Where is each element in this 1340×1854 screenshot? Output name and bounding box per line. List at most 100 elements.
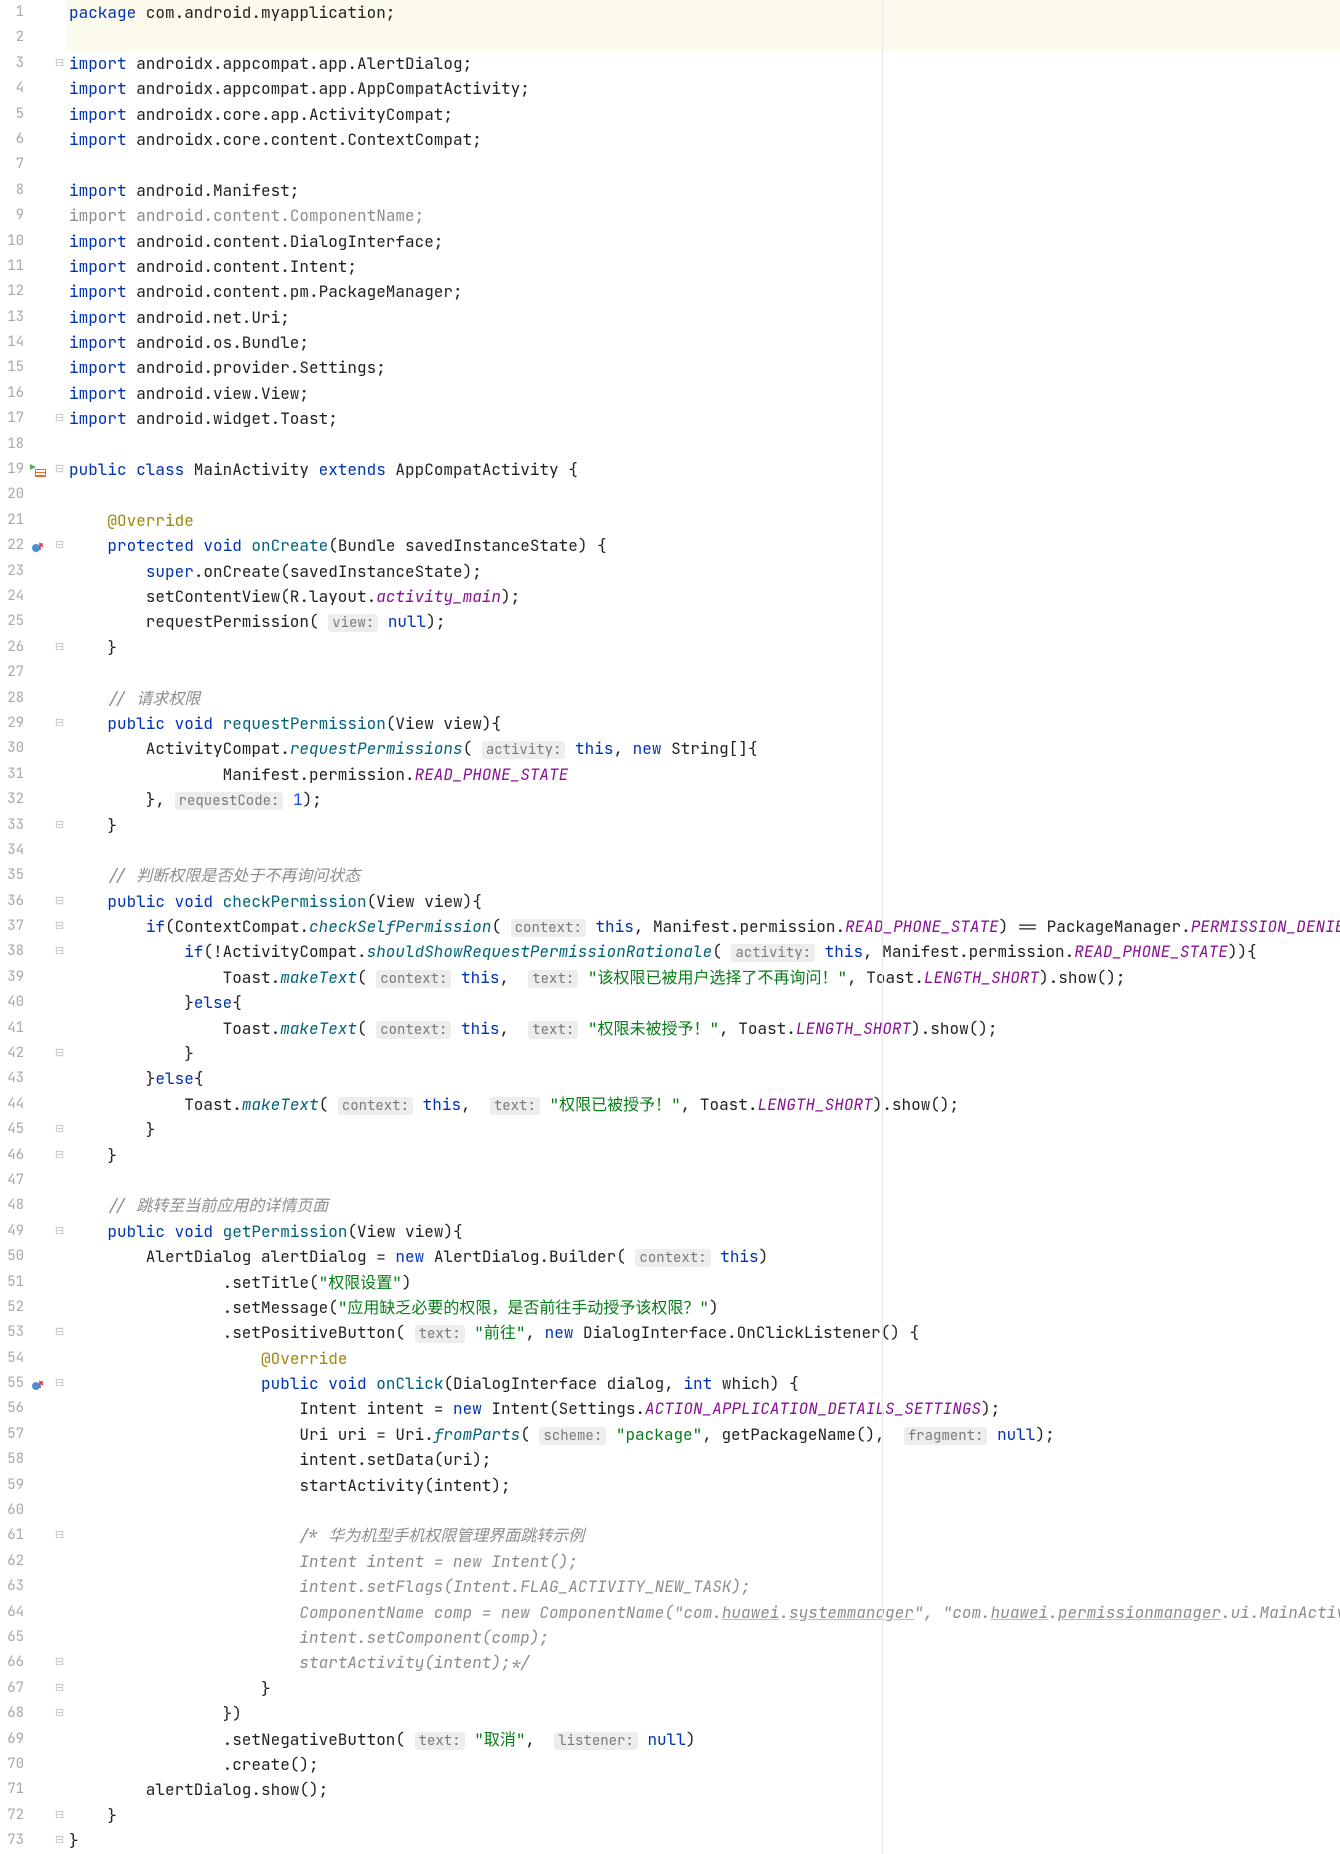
line-number[interactable]: 66 <box>0 1650 24 1675</box>
code-line[interactable]: import android.Manifest; <box>67 178 1340 203</box>
code-line[interactable]: .setTitle("权限设置") <box>67 1270 1340 1295</box>
code-line[interactable]: .setMessage("应用缺乏必要的权限，是否前往手动授予该权限？") <box>67 1295 1340 1320</box>
line-number[interactable]: 70 <box>0 1752 24 1777</box>
code-line[interactable]: /* 华为机型手机权限管理界面跳转示例 <box>67 1523 1340 1548</box>
code-line[interactable]: Manifest.permission.READ_PHONE_STATE <box>67 762 1340 787</box>
line-number[interactable]: 40 <box>0 990 24 1015</box>
line-number[interactable]: 6 <box>0 127 24 152</box>
line-number[interactable]: 23 <box>0 559 24 584</box>
line-number[interactable]: 61 <box>0 1523 24 1548</box>
code-line[interactable]: Toast.makeText( context: this, text: "权限… <box>67 1016 1340 1041</box>
code-line[interactable]: .setPositiveButton( text: "前往", new Dial… <box>67 1320 1340 1345</box>
fold-toggle[interactable]: ⊟ <box>52 533 67 558</box>
line-number[interactable]: 51 <box>0 1270 24 1295</box>
code-line[interactable]: } <box>67 635 1340 660</box>
code-line[interactable]: startActivity(intent); <box>67 1473 1340 1498</box>
gutter-icons[interactable] <box>27 0 52 1854</box>
line-number[interactable]: 54 <box>0 1346 24 1371</box>
line-number[interactable]: 50 <box>0 1244 24 1269</box>
line-number[interactable]: 5 <box>0 102 24 127</box>
fold-toggle[interactable]: ⊟ <box>52 1219 67 1244</box>
line-number[interactable]: 52 <box>0 1295 24 1320</box>
line-number[interactable]: 62 <box>0 1549 24 1574</box>
code-line[interactable]: .create(); <box>67 1752 1340 1777</box>
fold-toggle[interactable]: ⊟ <box>52 1371 67 1396</box>
line-number[interactable]: 1 <box>0 0 24 25</box>
line-number[interactable]: 58 <box>0 1447 24 1472</box>
code-line[interactable]: import androidx.appcompat.app.AlertDialo… <box>67 51 1340 76</box>
line-number[interactable]: 60 <box>0 1498 24 1523</box>
code-line[interactable]: } <box>67 1676 1340 1701</box>
code-line[interactable]: }else{ <box>67 1066 1340 1091</box>
code-line[interactable]: }else{ <box>67 990 1340 1015</box>
code-line[interactable] <box>67 25 1340 50</box>
line-number[interactable]: 59 <box>0 1473 24 1498</box>
line-number[interactable]: 25 <box>0 609 24 634</box>
fold-toggle[interactable]: ⊟ <box>52 1803 67 1828</box>
code-area[interactable]: package com.android.myapplication;import… <box>67 0 1340 1854</box>
override-method-icon[interactable] <box>31 539 45 553</box>
line-number[interactable]: 71 <box>0 1777 24 1802</box>
line-number[interactable]: 65 <box>0 1625 24 1650</box>
code-line[interactable]: import android.os.Bundle; <box>67 330 1340 355</box>
line-number[interactable]: 41 <box>0 1016 24 1041</box>
fold-toggle[interactable]: ⊟ <box>52 51 67 76</box>
code-line[interactable]: intent.setFlags(Intent.FLAG_ACTIVITY_NEW… <box>67 1574 1340 1599</box>
line-number[interactable]: 21 <box>0 508 24 533</box>
line-number[interactable]: 36 <box>0 889 24 914</box>
line-number[interactable]: 4 <box>0 76 24 101</box>
line-number[interactable]: 12 <box>0 279 24 304</box>
code-line[interactable] <box>67 1168 1340 1193</box>
line-number[interactable]: 56 <box>0 1396 24 1421</box>
code-line[interactable]: import android.content.ComponentName; <box>67 203 1340 228</box>
line-number[interactable]: 7 <box>0 152 24 177</box>
fold-toggle[interactable]: ⊟ <box>52 1523 67 1548</box>
fold-toggle[interactable]: ⊟ <box>52 1143 67 1168</box>
code-line[interactable]: Uri uri = Uri.fromParts( scheme: "packag… <box>67 1422 1340 1447</box>
code-line[interactable]: public class MainActivity extends AppCom… <box>67 457 1340 482</box>
line-number[interactable]: 67 <box>0 1676 24 1701</box>
code-line[interactable] <box>67 660 1340 685</box>
code-line[interactable]: ActivityCompat.requestPermissions( activ… <box>67 736 1340 761</box>
code-line[interactable] <box>67 432 1340 457</box>
code-line[interactable]: import android.content.pm.PackageManager… <box>67 279 1340 304</box>
code-line[interactable]: import androidx.core.app.ActivityCompat; <box>67 102 1340 127</box>
line-number[interactable]: 26 <box>0 635 24 660</box>
line-number[interactable]: 28 <box>0 686 24 711</box>
code-line[interactable]: } <box>67 1041 1340 1066</box>
code-line[interactable]: import androidx.core.content.ContextComp… <box>67 127 1340 152</box>
code-line[interactable]: Toast.makeText( context: this, text: "权限… <box>67 1092 1340 1117</box>
line-number[interactable]: 18 <box>0 432 24 457</box>
line-number[interactable]: 20 <box>0 482 24 507</box>
code-line[interactable]: startActivity(intent);*/ <box>67 1650 1340 1675</box>
code-line[interactable]: public void requestPermission(View view)… <box>67 711 1340 736</box>
code-line[interactable] <box>67 1498 1340 1523</box>
line-number[interactable]: 24 <box>0 584 24 609</box>
code-line[interactable]: alertDialog.show(); <box>67 1777 1340 1802</box>
fold-toggle[interactable]: ⊟ <box>52 889 67 914</box>
line-number[interactable]: 30 <box>0 736 24 761</box>
line-number[interactable]: 31 <box>0 762 24 787</box>
line-number[interactable]: 14 <box>0 330 24 355</box>
line-number[interactable]: 49 <box>0 1219 24 1244</box>
code-line[interactable]: } <box>67 813 1340 838</box>
code-line[interactable]: Intent intent = new Intent(); <box>67 1549 1340 1574</box>
fold-toggle[interactable]: ⊟ <box>52 1701 67 1726</box>
code-line[interactable] <box>67 152 1340 177</box>
code-line[interactable]: // 跳转至当前应用的详情页面 <box>67 1193 1340 1218</box>
line-number[interactable]: 38 <box>0 939 24 964</box>
line-number[interactable]: 3 <box>0 51 24 76</box>
line-number[interactable]: 32 <box>0 787 24 812</box>
code-line[interactable]: } <box>67 1828 1340 1853</box>
line-number[interactable]: 43 <box>0 1066 24 1091</box>
line-number[interactable]: 57 <box>0 1422 24 1447</box>
gutter-icon-cell[interactable] <box>27 533 52 558</box>
line-number[interactable]: 55 <box>0 1371 24 1396</box>
code-line[interactable]: import android.content.DialogInterface; <box>67 229 1340 254</box>
fold-toggle[interactable]: ⊟ <box>52 711 67 736</box>
fold-toggle[interactable]: ⊟ <box>52 1320 67 1345</box>
code-line[interactable]: Intent intent = new Intent(Settings.ACTI… <box>67 1396 1340 1421</box>
code-line[interactable]: }) <box>67 1701 1340 1726</box>
line-number[interactable]: 44 <box>0 1092 24 1117</box>
line-number-gutter[interactable]: 1234567891011121314151617181920212223242… <box>0 0 27 1854</box>
